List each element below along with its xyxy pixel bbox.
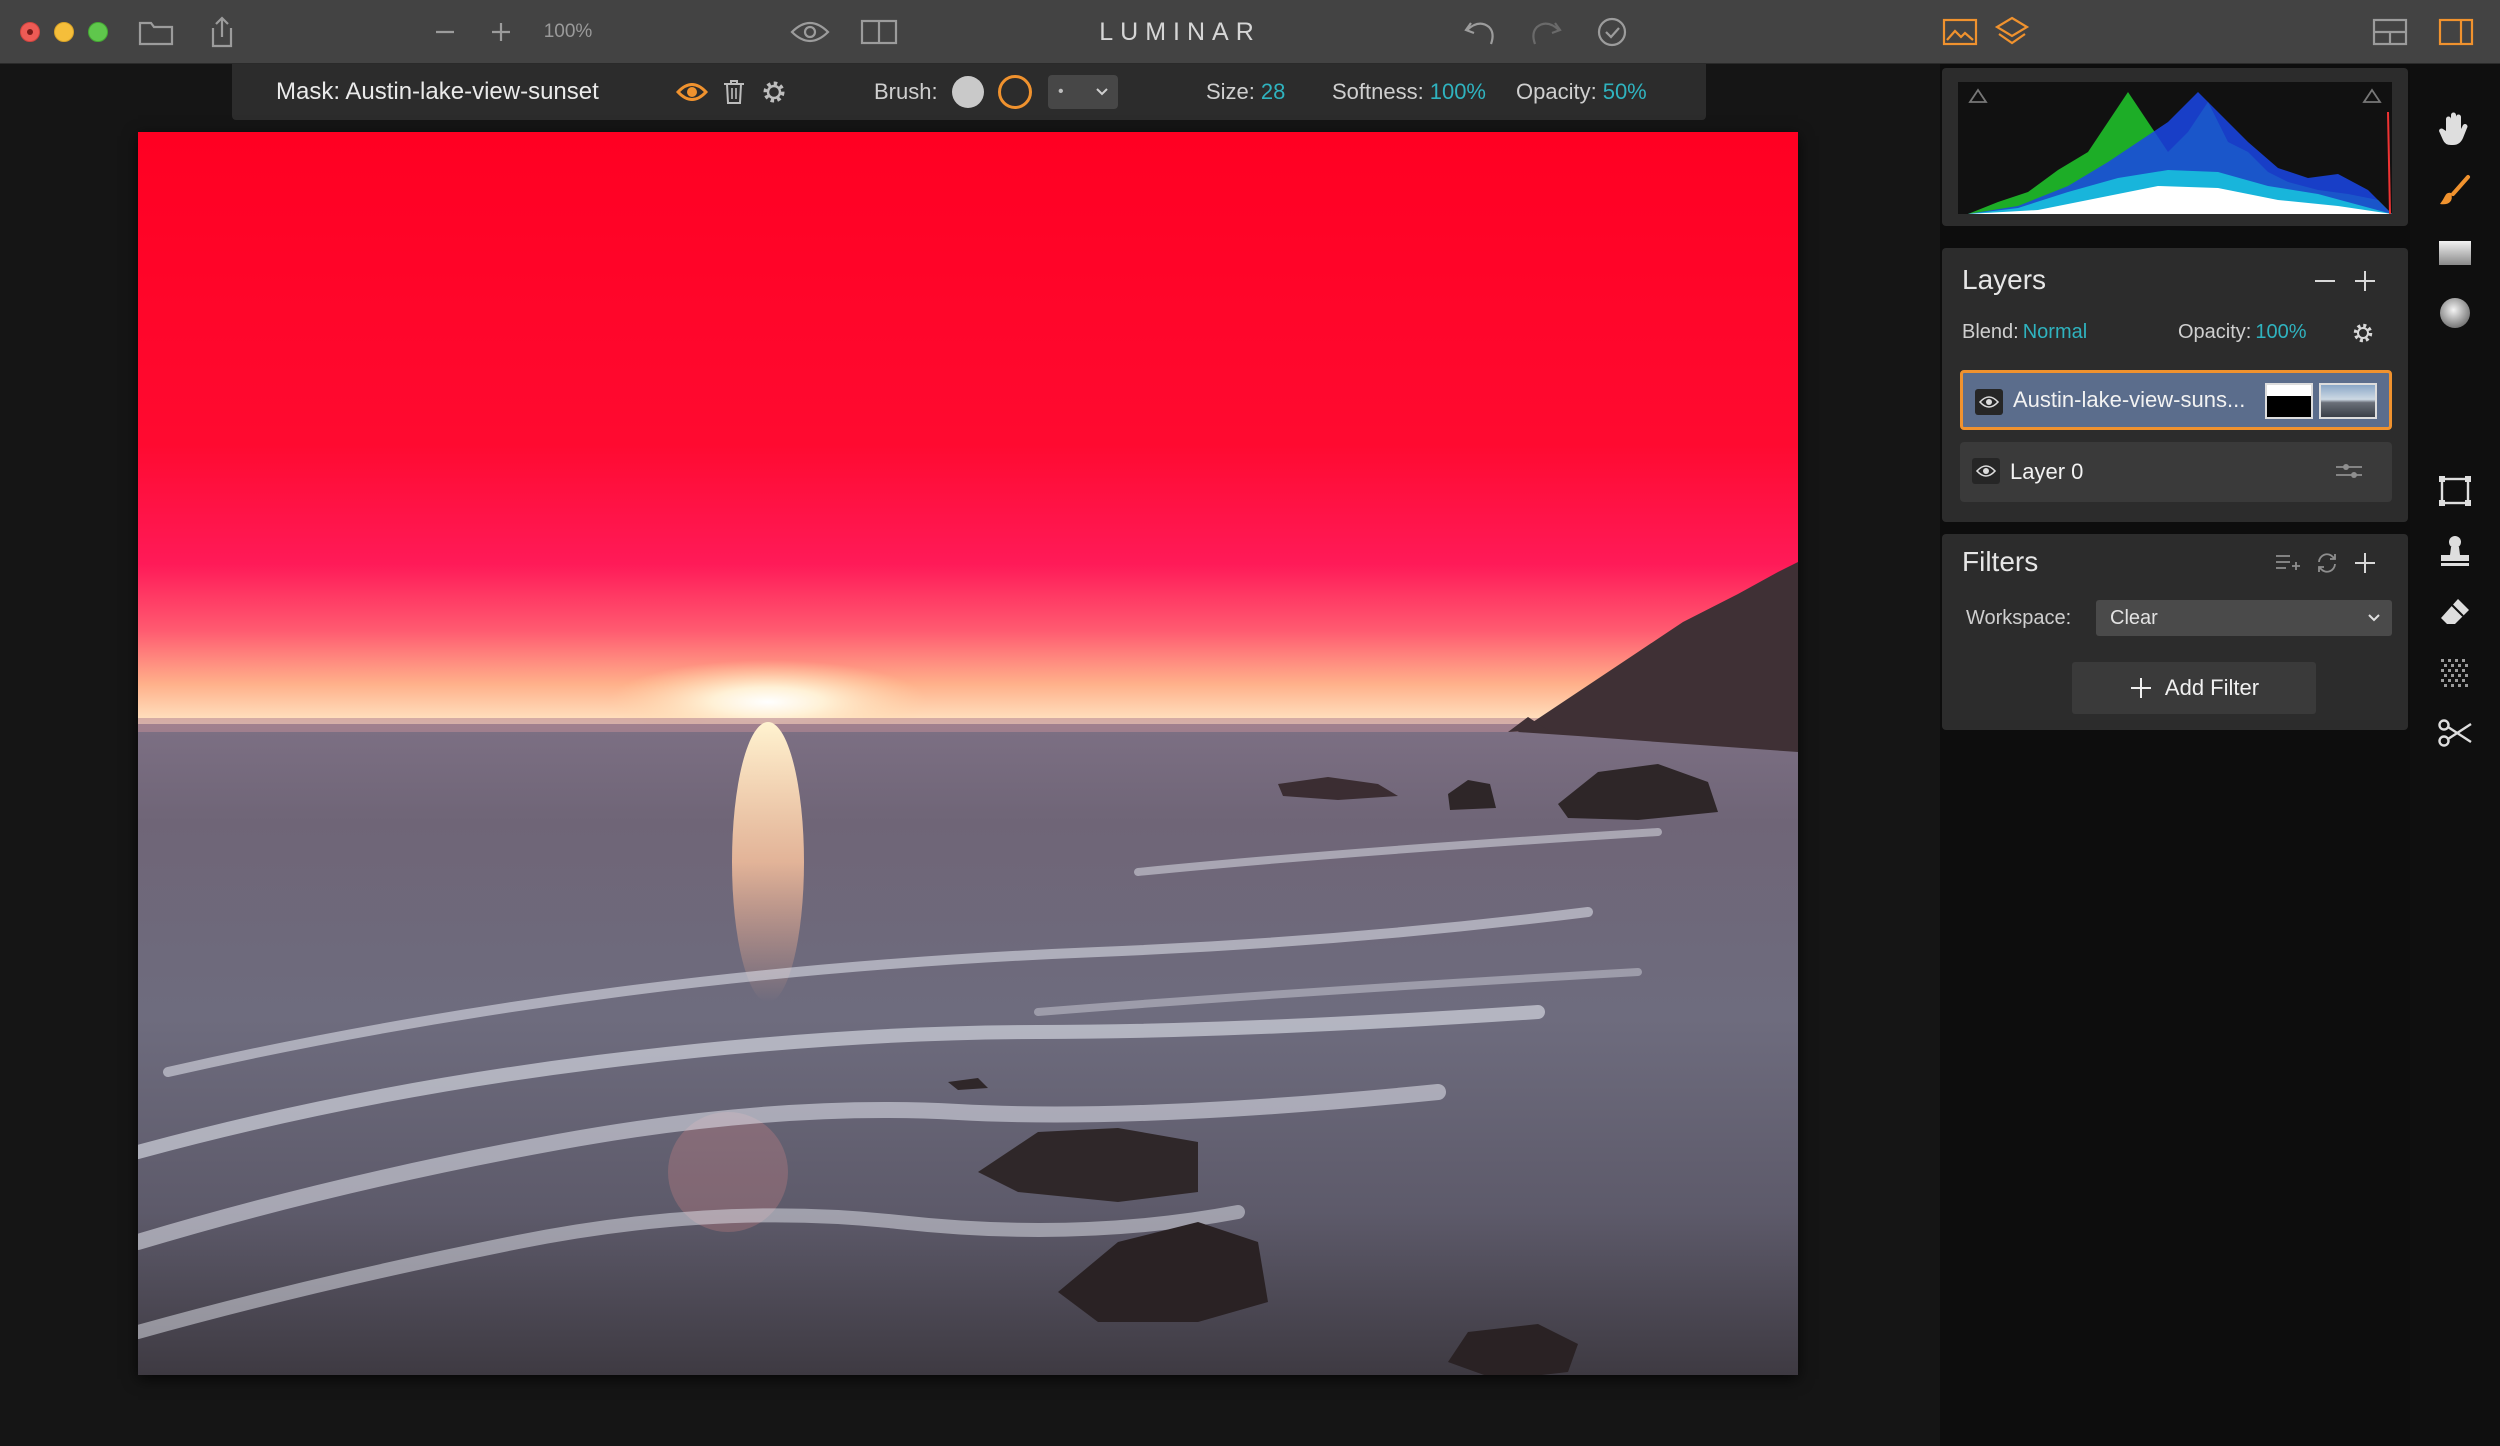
zoom-in-icon[interactable] [486,0,516,64]
layout-icon[interactable] [2370,0,2410,64]
plus-icon [2130,678,2151,698]
zoom-out-icon[interactable] [430,0,460,64]
compare-icon[interactable] [858,0,900,64]
layer-adjustments-icon[interactable] [2332,456,2366,486]
brush-size[interactable]: Size: 28 [1206,64,1285,120]
layer-visibility-eye-icon[interactable] [1972,458,2000,484]
chevron-down-icon [2368,614,2380,622]
layer-name: Austin-lake-view-suns... [2013,387,2246,412]
filter-sync-icon[interactable] [2312,548,2342,578]
mask-delete-icon[interactable] [722,64,746,120]
layer-opacity[interactable]: Opacity: 100% [2178,318,2307,346]
chevron-down-icon [1096,88,1108,96]
layer-visibility-eye-icon[interactable] [1975,389,2003,415]
radial-mask-icon[interactable] [2434,292,2476,334]
erase-icon[interactable] [2434,592,2476,634]
brush-hard-option[interactable] [998,64,1032,120]
transform-icon[interactable] [2434,470,2476,512]
image-icon[interactable] [1940,0,1980,64]
gradient-icon[interactable] [2434,232,2476,274]
layer-row-layer-0[interactable]: Layer 0 [1960,442,2392,502]
clone-stamp-icon[interactable] [2434,530,2476,572]
mask-visibility-eye-icon[interactable] [676,64,708,120]
sidebar-toggle-icon[interactable] [2436,0,2476,64]
fullscreen-window-button[interactable] [88,22,108,42]
mask-toolbar: Mask: Austin-lake-view-sunset Brush: • S… [232,64,1706,120]
brush-type-select[interactable]: • [1048,64,1118,120]
brush-icon[interactable] [2434,170,2476,212]
app-title: LUMINAR [1099,17,1261,46]
shadow-clipping-icon [1968,88,1988,103]
filter-list-icon[interactable] [2272,548,2302,578]
preview-eye-icon[interactable] [788,0,832,64]
layers-icon[interactable] [1992,0,2032,64]
filters-title: Filters [1962,546,2039,577]
layer-settings-gear-icon[interactable] [2348,318,2378,348]
layers-panel: Layers Blend: Normal Opacity: 100% Austi… [1942,248,2408,522]
add-filter-button[interactable]: Add Filter [2072,662,2316,714]
image-canvas[interactable] [138,132,1798,1375]
close-window-button[interactable] [20,22,40,42]
histogram-panel [1942,68,2408,226]
redo-icon[interactable] [1526,0,1566,64]
crop-icon[interactable] [2434,712,2476,754]
zoom-level[interactable]: 100% [536,0,600,64]
layers-title: Layers [1962,264,2047,295]
minimize-window-button[interactable] [54,22,74,42]
noise-icon[interactable] [2434,652,2476,694]
folder-icon[interactable] [136,0,176,64]
mask-title: Mask: Austin-lake-view-sunset [276,78,599,105]
add-layer-icon[interactable] [2350,266,2380,296]
brush-soft-swatch [952,76,984,108]
mask-settings-gear-icon[interactable] [760,64,788,120]
highlight-clipping-icon [2362,88,2382,103]
brush-label: Brush: [874,79,938,104]
layer-image-thumbnail [2319,383,2377,419]
workspace-label: Workspace: [1966,606,2072,629]
brush-soft-option[interactable] [952,64,984,120]
brush-opacity[interactable]: Opacity: 50% [1516,64,1647,120]
layer-name: Layer 0 [2010,459,2084,484]
layer-mask-thumbnail[interactable] [2265,383,2313,419]
masked-sunset-photo [138,132,1798,1375]
undo-icon[interactable] [1460,0,1500,64]
hand-icon[interactable] [2434,108,2476,150]
filters-panel: Filters Workspace: Clear Add Filter [1942,534,2408,730]
blend-mode[interactable]: Blend: Normal [1962,318,2087,346]
layer-row-austin[interactable]: Austin-lake-view-suns... [1960,370,2392,430]
brush-hard-swatch [998,75,1032,109]
brush-softness[interactable]: Softness: 100% [1332,64,1486,120]
add-filter-plus-icon[interactable] [2350,548,2380,578]
history-icon[interactable] [1592,0,1632,64]
workspace-select[interactable]: Clear [2096,600,2392,636]
remove-layer-icon[interactable] [2310,266,2340,296]
title-bar: 100% LUMINAR [0,0,2500,64]
share-icon[interactable] [204,0,240,64]
histogram [1958,82,2392,215]
